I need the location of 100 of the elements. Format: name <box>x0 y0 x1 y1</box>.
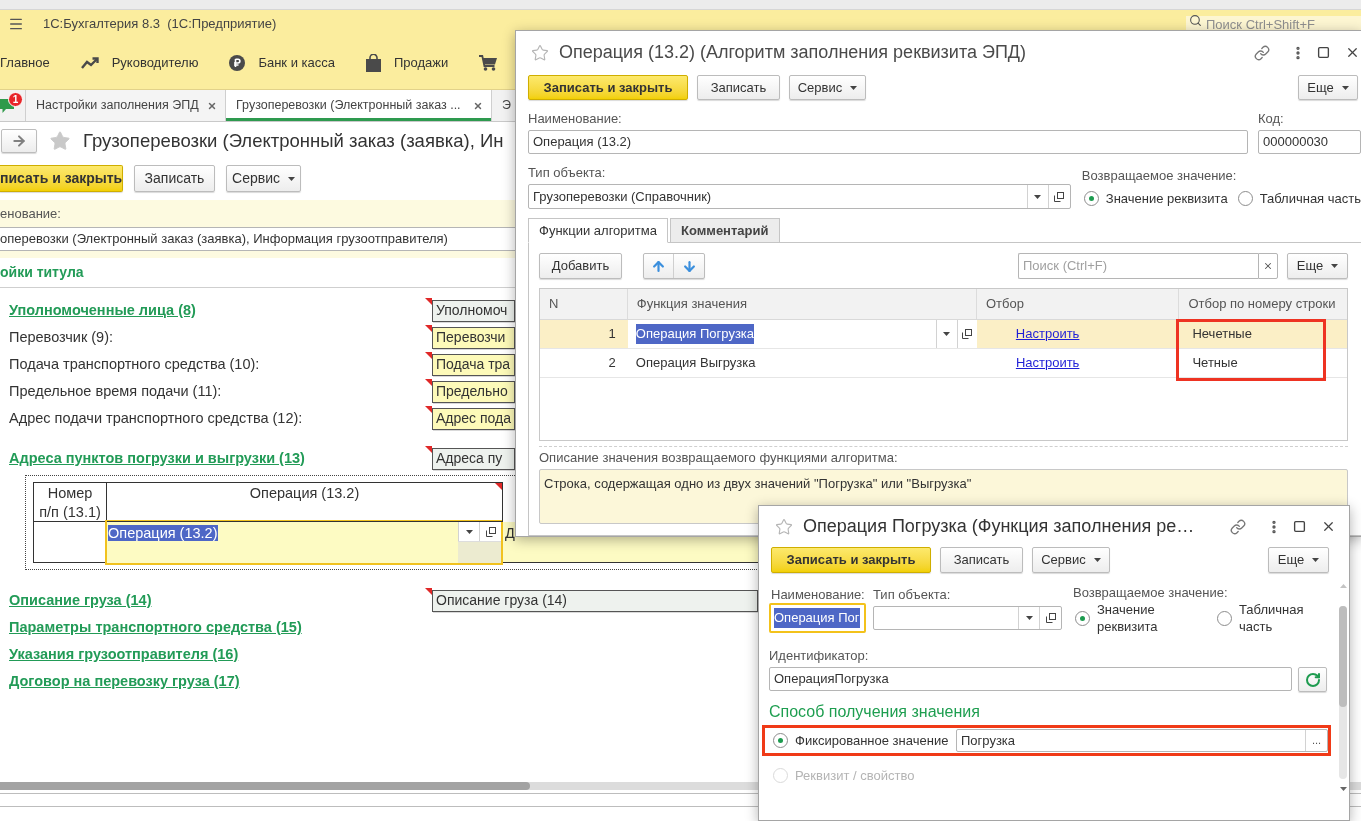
more-menu-button[interactable]: Еще <box>1268 547 1329 573</box>
filter-link[interactable]: Настроить <box>1015 353 1080 373</box>
corner-marker-icon <box>425 588 432 595</box>
link-icon[interactable] <box>1230 518 1246 535</box>
table-input-field[interactable]: Операция (13.2) <box>105 520 503 565</box>
column-header: Отбор <box>976 289 1180 319</box>
close-icon[interactable] <box>207 100 217 111</box>
field-label: Перевозчик (9): <box>9 328 113 345</box>
star-icon[interactable] <box>531 43 549 62</box>
input-field[interactable]: Перевозчи <box>432 326 515 349</box>
close-icon[interactable] <box>1321 519 1336 534</box>
section-heading: Способ получения значения <box>769 702 980 722</box>
ruble-coin-icon <box>229 55 246 71</box>
maximize-icon[interactable] <box>1317 46 1330 59</box>
input-field[interactable]: Уполномоч <box>432 299 515 322</box>
clear-button[interactable] <box>1258 253 1278 279</box>
dropdown-field[interactable]: Грузоперевозки (Справочник) <box>528 184 1071 209</box>
star-icon[interactable] <box>775 517 793 536</box>
input-field[interactable]: Предельно <box>432 380 515 403</box>
field-label: Наименование: <box>771 585 865 604</box>
save-button[interactable]: Записать <box>697 75 780 100</box>
save-and-close-button[interactable]: Записать и закрыть <box>528 75 688 100</box>
table-cell-text: 2 <box>608 354 616 373</box>
document-tab[interactable]: Э <box>492 90 511 121</box>
radio-option[interactable]: Табличная часть <box>1237 189 1361 209</box>
field-label: Адрес подачи транспортного средства (12): <box>9 409 303 426</box>
input-field[interactable]: 000000030 <box>1258 130 1361 154</box>
section-link[interactable]: Адреса пунктов погрузки и выгрузки (13) <box>9 449 305 466</box>
vertical-scrollbar[interactable] <box>1339 606 1347 779</box>
input-field[interactable]: Адрес пода <box>432 407 515 430</box>
radio-option[interactable]: Табличная часть <box>1217 601 1319 635</box>
overlapping-squares-icon <box>1045 613 1056 623</box>
service-menu-button[interactable]: Сервис <box>1032 547 1110 573</box>
table-row[interactable]: 1 Операция Погрузка Настроить Нечетные <box>540 320 1347 349</box>
column-header: Номер п/п (13.1) <box>39 484 101 522</box>
field-label: Предельное время подачи (11): <box>9 382 222 399</box>
field-value: Грузоперевозки (Справочник) <box>533 187 712 206</box>
section-item[interactable]: Продажи <box>365 53 449 73</box>
cell-value: Операция Погрузка <box>635 324 755 344</box>
caret-icon <box>1312 558 1320 562</box>
shopping-bag-icon <box>365 54 381 72</box>
service-menu-button[interactable]: Сервис <box>226 165 301 192</box>
field-label: Тип объекта: <box>873 585 951 604</box>
forward-button[interactable] <box>1 129 37 153</box>
corner-marker-icon <box>425 406 432 413</box>
caret-icon <box>1331 264 1339 268</box>
form-tab[interactable]: Комментарий <box>669 218 780 243</box>
input-field[interactable]: Операция (13.2) <box>528 130 1248 154</box>
link-icon[interactable] <box>1254 44 1270 61</box>
document-tab[interactable]: Грузоперевозки (Электронный заказ ... <box>226 90 492 121</box>
field-label: Идентификатор: <box>769 646 869 665</box>
save-and-close-button[interactable]: писать и закрыть <box>0 165 123 192</box>
more-menu-button[interactable]: Еще <box>1298 75 1358 100</box>
close-icon[interactable] <box>1345 45 1360 60</box>
section-link[interactable]: Указания грузоотправителя (16) <box>9 645 239 662</box>
maximize-icon[interactable] <box>1293 520 1306 533</box>
section-link[interactable]: Договор на перевозку груза (17) <box>9 672 240 689</box>
table-input-field[interactable]: Операция Погрузка <box>627 320 977 348</box>
close-icon[interactable] <box>473 100 483 111</box>
save-and-close-button[interactable]: Записать и закрыть <box>771 547 931 573</box>
corner-marker-icon <box>425 325 432 332</box>
scrollbar-thumb[interactable] <box>0 782 530 790</box>
search-field[interactable]: Поиск (Ctrl+F) <box>1018 253 1258 279</box>
field-label: Тип объекта: <box>528 164 606 183</box>
service-menu-button[interactable]: Сервис <box>789 75 866 100</box>
section-link[interactable]: Параметры транспортного средства (15) <box>9 618 302 635</box>
input-field[interactable]: Описание груза (14) <box>432 589 758 612</box>
scrollbar-thumb[interactable] <box>1339 606 1347 707</box>
save-button[interactable]: Записать <box>940 547 1023 573</box>
input-field[interactable]: Погрузка ... <box>956 729 1328 752</box>
radio-option[interactable]: Значение реквизита <box>1083 189 1228 209</box>
form-tab[interactable]: Функции алгоритма <box>528 218 668 243</box>
caret-icon <box>465 529 473 534</box>
field-value: Погрузка <box>961 731 1016 750</box>
input-field[interactable]: ОперацияПогрузка <box>769 667 1292 691</box>
section-item[interactable]: Банк и касса <box>229 53 335 73</box>
shopping-cart-icon[interactable] <box>479 55 498 71</box>
more-menu-button[interactable]: Еще <box>1287 253 1348 279</box>
select-button[interactable]: ... <box>1305 730 1327 751</box>
dropdown-field[interactable] <box>873 606 1062 630</box>
overlapping-squares-icon <box>962 329 973 339</box>
dialog-title: Операция (13.2) (Алгоритм заполнения реквизита ЭПД) <box>559 41 1027 64</box>
refresh-button[interactable] <box>1298 667 1327 692</box>
add-button[interactable]: Добавить <box>539 253 622 279</box>
field-label: Подача транспортного средства (10): <box>9 355 260 372</box>
radio-option[interactable]: Значение реквизита <box>1075 601 1197 635</box>
input-field[interactable]: Операция Пог <box>769 603 866 633</box>
section-item[interactable]: Руководителю <box>80 53 199 73</box>
star-icon[interactable] <box>49 130 71 152</box>
filter-link[interactable]: Настроить <box>1015 324 1080 344</box>
save-button[interactable]: Записать <box>134 165 215 192</box>
section-item[interactable]: Главное <box>0 53 50 73</box>
section-link[interactable]: Уполномоченные лица (8) <box>9 301 196 318</box>
section-link[interactable]: Описание груза (14) <box>9 591 152 608</box>
scroll-down-caret-icon[interactable] <box>1339 787 1347 791</box>
field-label: Наименование: <box>528 110 622 129</box>
radio-option[interactable]: Фиксированное значение <box>773 730 949 751</box>
input-field[interactable]: Подача тра <box>432 353 515 376</box>
input-field[interactable]: Адреса пу <box>432 447 515 470</box>
caret-icon <box>943 332 951 336</box>
